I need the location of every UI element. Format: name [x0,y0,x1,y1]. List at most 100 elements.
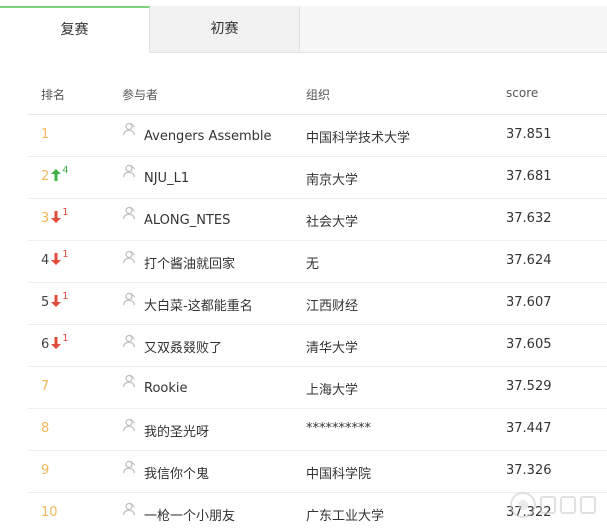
score-cell: 37.605 [506,337,552,352]
header-participant: 参与者 [122,88,159,102]
rank-cell: 31 [41,207,69,227]
org-cell: 广东工业大学 [306,509,385,524]
participant-cell: 我信你个鬼 [122,460,209,482]
score-cell: 37.607 [506,295,552,310]
rank-change: 1 [62,249,69,260]
participant-name[interactable]: 一枪一个小朋友 [144,509,235,524]
table-header: 排名 参与者 组织 score [28,70,607,115]
score-cell: 37.851 [506,127,552,142]
user-icon [122,206,136,220]
participant-name[interactable]: 打个酱油就回家 [144,257,235,272]
watermark-logo [510,492,596,518]
participant-name[interactable]: 我信你个鬼 [144,467,209,482]
org-cell: 江西财经 [306,299,359,314]
arrow-down-icon [51,337,62,353]
rank-number: 9 [41,463,50,478]
participant-name[interactable]: 我的圣光呀 [144,425,209,440]
score-cell: 37.326 [506,463,552,478]
org-cell: 中国科学技术大学 [306,131,411,146]
participant-cell: 大白菜-这都能重名 [122,292,253,314]
tab-preliminary-round[interactable]: 初赛 [150,6,300,52]
score-cell: 37.632 [506,211,552,226]
org-cell: 社会大学 [306,215,359,230]
leaderboard-table: 排名 参与者 组织 score 1 Avengers Assemble 中国科学技术… [28,70,607,530]
table-row[interactable]: 1 Avengers Assemble 中国科学技术大学 37.851 [28,115,607,157]
rank-cell: 61 [41,333,69,353]
rank-number: 1 [41,127,50,142]
rank-change: 4 [62,165,69,176]
participant-name[interactable]: Avengers Assemble [144,129,272,144]
tab-bar: 复赛 初赛 [0,6,607,53]
rank-number: 7 [41,379,50,394]
tab-final-round[interactable]: 复赛 [0,6,150,53]
rank-cell: 41 [41,249,69,269]
rank-number: 10 [41,505,58,520]
participant-cell: Rookie [122,374,188,396]
header-rank: 排名 [41,88,66,102]
table-row[interactable]: 2 4 NJU_L1 南京大学 37.681 [28,157,607,199]
rank-number: 2 [41,169,50,184]
user-icon [122,334,136,348]
rank-cell: 9 [41,463,49,478]
table-row[interactable]: 8 我的圣光呀 ********** 37.447 [28,409,607,451]
org-cell: 清华大学 [306,341,359,356]
rank-number: 3 [41,211,50,226]
participant-name[interactable]: Rookie [144,381,188,396]
header-org: 组织 [306,88,331,102]
rank-change: 1 [62,333,69,344]
participant-name[interactable]: ALONG_NTES [144,213,230,228]
participant-cell: 又双叒叕败了 [122,334,222,356]
leaderboard-page: 复赛 初赛 排名 参与者 组织 score 1 Avengers Assemble… [0,0,607,530]
participant-cell: NJU_L1 [122,164,189,186]
user-icon [122,374,136,388]
rank-number: 4 [41,253,50,268]
participant-cell: 一枪一个小朋友 [122,502,235,524]
table-row[interactable]: 5 1 大白菜-这都能重名 江西财经 37.607 [28,283,607,325]
arrow-down-icon [51,253,62,269]
rank-number: 5 [41,295,50,310]
org-cell: 南京大学 [306,173,359,188]
rank-cell: 51 [41,291,69,311]
arrow-down-icon [51,295,62,311]
participant-name[interactable]: 大白菜-这都能重名 [144,299,253,314]
arrow-down-icon [51,211,62,227]
org-cell: 中国科学院 [306,467,372,482]
participant-name[interactable]: 又双叒叕败了 [144,341,222,356]
participant-cell: ALONG_NTES [122,206,230,228]
rank-cell: 1 [41,127,49,142]
rank-cell: 7 [41,379,49,394]
score-cell: 37.624 [506,253,552,268]
arrow-up-icon [51,169,62,185]
table-body: 1 Avengers Assemble 中国科学技术大学 37.851 2 4 NJU_L1… [28,115,607,530]
user-icon [122,122,136,136]
user-icon [122,292,136,306]
rank-number: 8 [41,421,50,436]
table-row[interactable]: 7 Rookie 上海大学 37.529 [28,367,607,409]
score-cell: 37.447 [506,421,552,436]
participant-cell: Avengers Assemble [122,122,272,144]
rank-change: 1 [62,291,69,302]
rank-cell: 8 [41,421,49,436]
rank-number: 6 [41,337,50,352]
score-cell: 37.529 [506,379,552,394]
rank-change: 1 [62,207,69,218]
rank-cell: 24 [41,165,69,185]
user-icon [122,460,136,474]
user-icon [122,502,136,516]
participant-cell: 我的圣光呀 [122,418,209,440]
table-row[interactable]: 6 1 又双叒叕败了 清华大学 37.605 [28,325,607,367]
org-cell: 上海大学 [306,383,359,398]
org-cell: 无 [306,257,320,272]
user-icon [122,250,136,264]
rank-cell: 10 [41,505,58,520]
header-score: score [506,86,539,100]
participant-cell: 打个酱油就回家 [122,250,235,272]
score-cell: 37.681 [506,169,552,184]
user-icon [122,418,136,432]
org-cell: ********** [306,421,371,436]
participant-name[interactable]: NJU_L1 [144,171,189,186]
table-row[interactable]: 9 我信你个鬼 中国科学院 37.326 [28,451,607,493]
table-row[interactable]: 4 1 打个酱油就回家无 37.624 [28,241,607,283]
user-icon [122,164,136,178]
table-row[interactable]: 3 1 ALONG_NTES 社会大学 37.632 [28,199,607,241]
